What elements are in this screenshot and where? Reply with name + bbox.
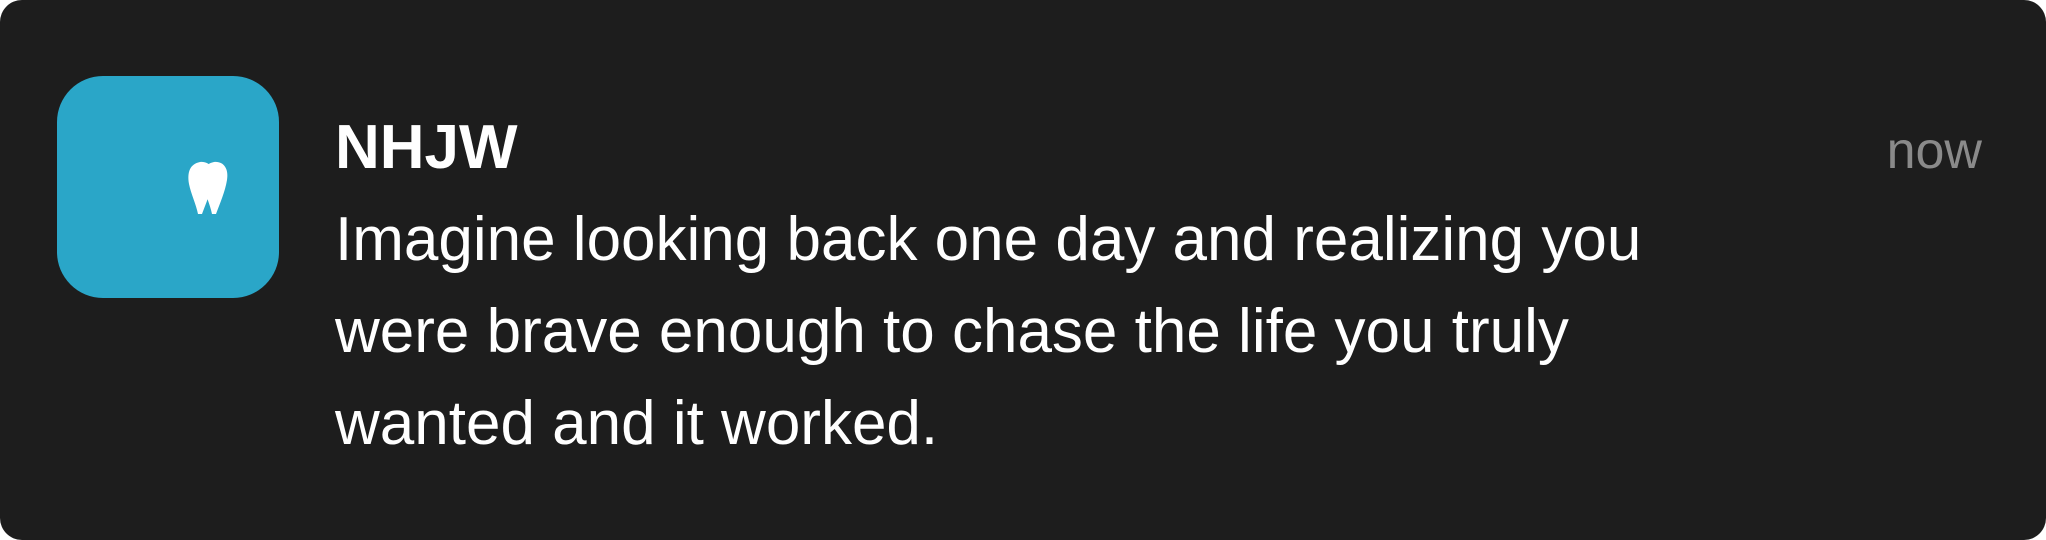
app-icon bbox=[57, 76, 279, 298]
sender-name: NHJW bbox=[335, 113, 518, 182]
notification-content: NHJW Imagine looking back one day and re… bbox=[335, 106, 1715, 470]
notification-banner[interactable]: NHJW Imagine looking back one day and re… bbox=[0, 0, 2046, 540]
message-text: Imagine looking back one day and realizi… bbox=[335, 205, 1642, 458]
quote-icon bbox=[188, 161, 228, 214]
timestamp: now bbox=[1886, 122, 1982, 180]
